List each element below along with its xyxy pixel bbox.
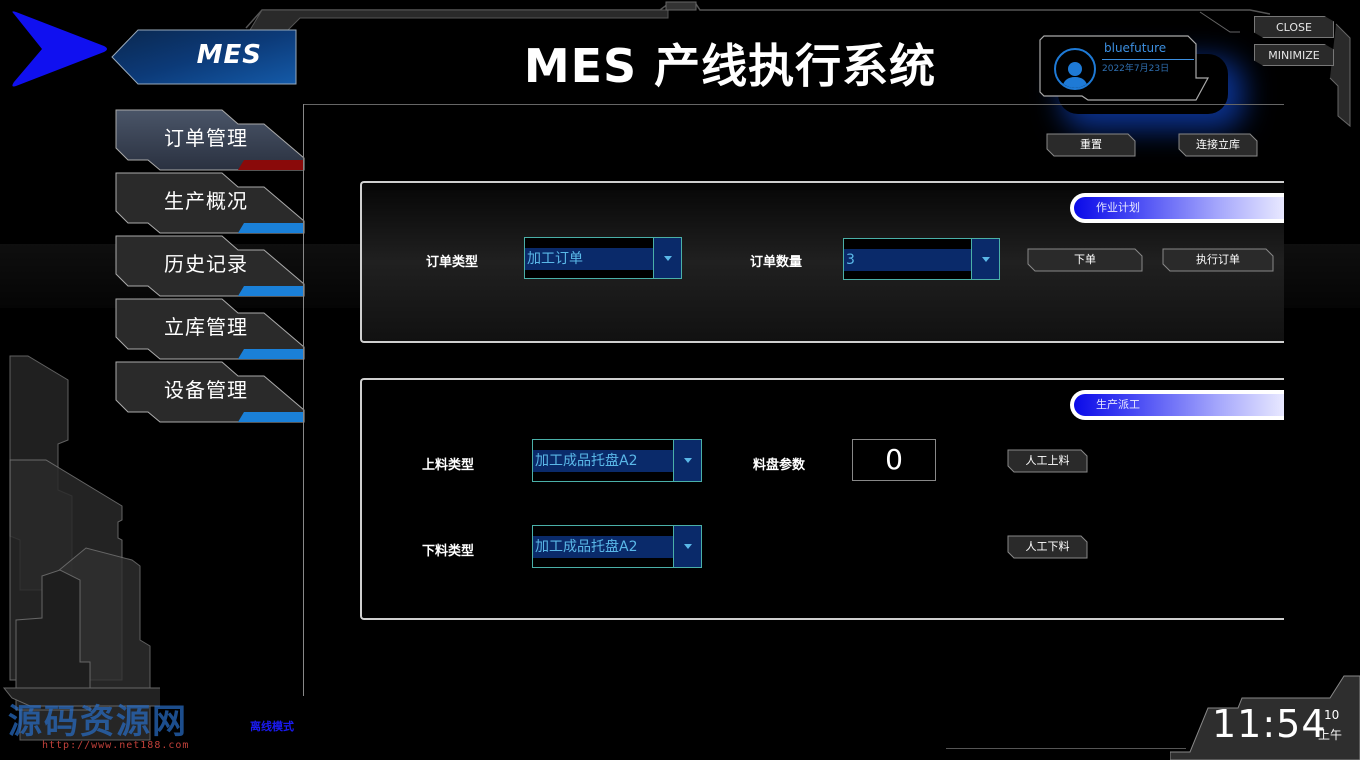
manual-load-button[interactable]: 人工上料: [1007, 449, 1088, 473]
user-date: 2022年7月23日: [1102, 64, 1170, 74]
dispatch-header: 生产派工: [1070, 390, 1284, 420]
work-plan-header: 作业计划: [1070, 193, 1284, 223]
order-qty-value: 3: [846, 252, 855, 268]
tray-param-label: 料盘参数: [753, 458, 806, 473]
sidebar-item-label: 立库管理: [164, 315, 248, 339]
order-type-label: 订单类型: [426, 255, 479, 270]
chevron-down-icon: [981, 256, 990, 262]
unload-type-value: 加工成品托盘A2: [535, 539, 638, 555]
user-avatar-icon: [1054, 48, 1096, 90]
app-logo: MES: [110, 28, 300, 86]
sidebar-divider: [303, 104, 304, 696]
chevron-down-icon: [683, 458, 692, 463]
watermark-url: http://www.net188.com: [42, 740, 190, 751]
clock-time: 11:54: [1212, 702, 1327, 746]
connect-warehouse-button-label: 连接立库: [1196, 138, 1240, 151]
manual-load-button-label: 人工上料: [1025, 454, 1070, 467]
minimize-button-label: MINIMIZE: [1268, 49, 1320, 62]
execute-order-button[interactable]: 执行订单: [1162, 248, 1274, 272]
unload-type-dropdown-button[interactable]: [673, 526, 701, 567]
watermark-text: 源码资源网: [8, 702, 188, 742]
load-type-dropdown-button[interactable]: [673, 440, 701, 481]
city-decoration: [2, 355, 160, 741]
logo-arrow-icon: [12, 11, 107, 87]
sidebar-item-label: 历史记录: [164, 252, 248, 276]
user-card[interactable]: bluefuture 2022年7月23日: [1038, 34, 1210, 104]
place-order-button[interactable]: 下单: [1027, 248, 1143, 272]
sidebar-item-history[interactable]: 历史记录: [114, 234, 306, 297]
unload-type-select[interactable]: 加工成品托盘A2: [532, 525, 702, 568]
content-top-divider: [304, 104, 1284, 105]
order-type-select[interactable]: 加工订单: [524, 237, 682, 279]
order-type-value: 加工订单: [527, 251, 583, 267]
logo-text: MES: [196, 40, 262, 70]
manual-unload-button[interactable]: 人工下料: [1007, 535, 1088, 559]
load-type-select[interactable]: 加工成品托盘A2: [532, 439, 702, 482]
order-qty-select[interactable]: 3: [843, 238, 1000, 280]
sidebar-item-label: 订单管理: [164, 126, 248, 150]
order-qty-dropdown-button[interactable]: [971, 239, 999, 279]
reset-button-label: 重置: [1080, 138, 1102, 151]
page-title: MES 产线执行系统: [523, 39, 937, 93]
sidebar-item-order-management[interactable]: 订单管理: [114, 108, 306, 171]
order-type-dropdown-button[interactable]: [653, 238, 681, 278]
clock-ampm: 上午: [1318, 728, 1343, 742]
execute-order-button-label: 执行订单: [1196, 253, 1240, 266]
connect-warehouse-button[interactable]: 连接立库: [1178, 133, 1258, 157]
user-divider: [1102, 59, 1194, 60]
tray-param-input[interactable]: 0: [852, 439, 936, 481]
load-type-value: 加工成品托盘A2: [535, 453, 638, 469]
chevron-down-icon: [683, 544, 692, 549]
close-button-label: CLOSE: [1275, 21, 1312, 34]
place-order-button-label: 下单: [1074, 253, 1096, 266]
sidebar-item-label: 设备管理: [164, 378, 248, 402]
offline-mode-status: 离线模式: [250, 720, 294, 733]
user-name: bluefuture: [1104, 41, 1167, 55]
dispatch-title: 生产派工: [1096, 398, 1140, 411]
order-qty-label: 订单数量: [750, 255, 803, 270]
close-button[interactable]: CLOSE: [1254, 16, 1334, 38]
work-plan-title: 作业计划: [1096, 201, 1140, 214]
bottom-divider: [946, 748, 1186, 749]
chevron-down-icon: [663, 255, 672, 261]
load-type-label: 上料类型: [422, 458, 475, 473]
unload-type-label: 下料类型: [422, 544, 475, 559]
manual-unload-button-label: 人工下料: [1025, 540, 1070, 553]
sidebar-item-warehouse[interactable]: 立库管理: [114, 297, 306, 360]
minimize-button[interactable]: MINIMIZE: [1254, 44, 1334, 66]
sidebar-item-label: 生产概况: [164, 189, 248, 213]
sidebar-item-production-overview[interactable]: 生产概况: [114, 171, 306, 234]
reset-button[interactable]: 重置: [1046, 133, 1136, 157]
clock-seconds: 10: [1324, 708, 1340, 722]
